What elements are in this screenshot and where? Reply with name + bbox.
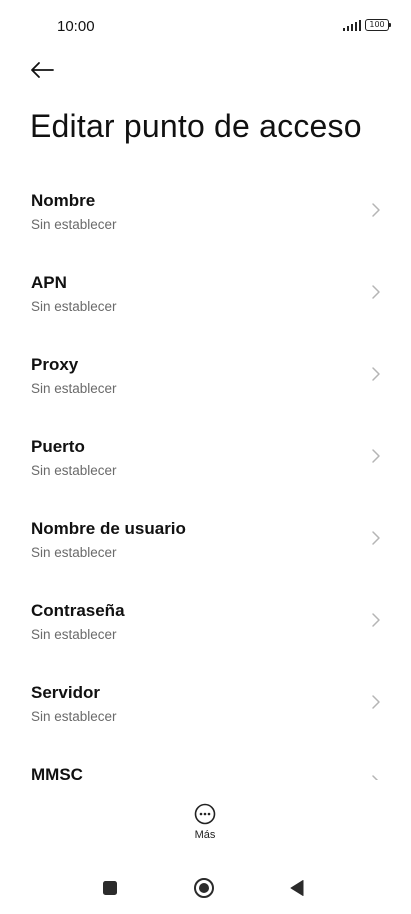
setting-name[interactable]: Nombre Sin establecer [0,180,411,262]
setting-value: Sin establecer [31,545,117,560]
home-button[interactable] [188,872,220,904]
setting-value: Sin establecer [31,217,117,232]
battery-level: 100 [369,20,385,29]
status-icons: 100 [342,19,391,31]
setting-value: Sin establecer [31,709,117,724]
setting-mmsc[interactable]: MMSC [0,754,411,780]
setting-value: Sin establecer [31,299,117,314]
more-button[interactable]: Más [185,803,225,847]
navigation-bar [0,872,411,904]
chevron-right-icon [372,775,379,780]
chevron-right-icon [372,203,380,217]
chevron-right-icon [372,613,380,627]
chevron-right-icon [372,367,380,381]
settings-list: Nombre Sin establecer APN Sin establecer… [0,180,411,780]
square-icon [103,881,117,895]
setting-label: APN [31,273,67,292]
setting-label: Servidor [31,683,100,702]
setting-label: MMSC [31,765,83,780]
setting-username[interactable]: Nombre de usuario Sin establecer [0,508,411,590]
setting-proxy[interactable]: Proxy Sin establecer [0,344,411,426]
more-label: Más [194,829,216,841]
page-title: Editar punto de acceso [30,108,362,144]
setting-label: Nombre [31,191,96,210]
back-button[interactable] [26,56,58,84]
setting-password[interactable]: Contraseña Sin establecer [0,590,411,672]
setting-label: Contraseña [31,601,125,620]
setting-value: Sin establecer [31,381,117,396]
setting-value: Sin establecer [31,463,117,478]
arrow-left-icon [31,62,54,78]
recents-button[interactable] [94,872,126,904]
chevron-right-icon [372,531,380,545]
setting-port[interactable]: Puerto Sin establecer [0,426,411,508]
setting-label: Puerto [31,437,85,456]
setting-label: Proxy [31,355,79,374]
triangle-left-icon [290,880,304,896]
circle-icon [194,878,214,898]
chevron-right-icon [372,695,380,709]
chevron-right-icon [372,449,380,463]
setting-label: Nombre de usuario [31,519,186,538]
battery-icon: 100 [365,19,391,31]
signal-icon [342,19,361,31]
chevron-right-icon [372,285,380,299]
status-bar: 10:00 100 [0,0,411,52]
status-time: 10:00 [57,18,95,35]
setting-value: Sin establecer [31,627,117,642]
back-nav-button[interactable] [281,872,313,904]
setting-apn[interactable]: APN Sin establecer [0,262,411,344]
more-horizontal-icon [194,803,216,825]
setting-server[interactable]: Servidor Sin establecer [0,672,411,754]
